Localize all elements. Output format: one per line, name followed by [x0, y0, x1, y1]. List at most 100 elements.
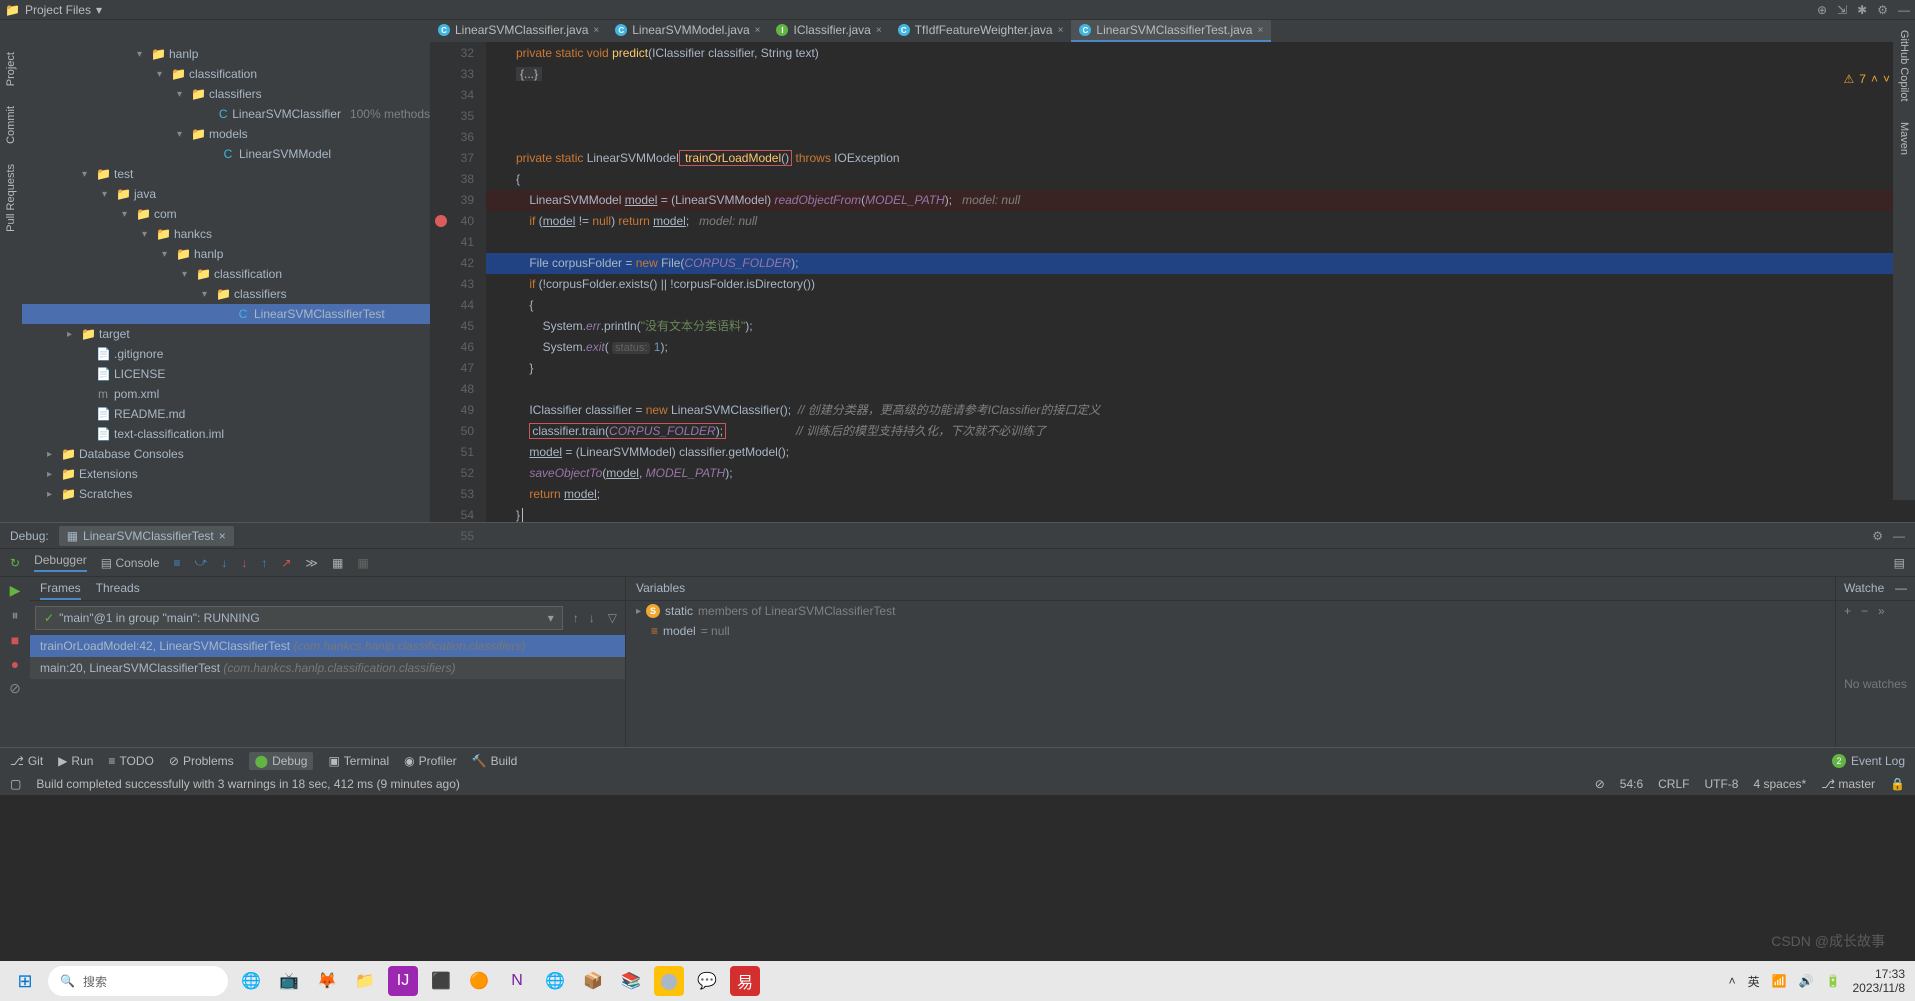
code-line[interactable]: System.exit( status: 1); — [486, 337, 1915, 358]
arrow-icon[interactable]: ▾ — [177, 129, 187, 140]
code-line[interactable]: { — [486, 295, 1915, 316]
close-icon[interactable]: × — [1257, 25, 1263, 36]
more-icon[interactable]: ▦ — [357, 556, 368, 570]
tree-item[interactable]: ▾📁hankcs — [22, 224, 430, 244]
event-log-tool[interactable]: 2 Event Log — [1832, 754, 1905, 768]
line-number[interactable]: 51 — [430, 442, 474, 463]
close-icon[interactable]: × — [755, 25, 761, 36]
code-line[interactable]: } — [486, 358, 1915, 379]
arrow-icon[interactable]: ▸ — [47, 489, 57, 500]
chevron-up-icon[interactable]: ˄ — [1871, 72, 1878, 86]
arrow-icon[interactable]: ▾ — [82, 169, 92, 180]
more-icon[interactable]: » — [1878, 604, 1885, 618]
line-number[interactable]: 35 — [430, 106, 474, 127]
clock[interactable]: 17:33 2023/11/8 — [1853, 967, 1906, 996]
app-icon[interactable]: ⬛ — [426, 966, 456, 996]
code-line[interactable]: File corpusFolder = new File(CORPUS_FOLD… — [486, 253, 1915, 274]
pullrequests-tool[interactable]: Pull Requests — [5, 164, 17, 232]
run-to-cursor-icon[interactable]: ↗ — [281, 556, 291, 570]
tree-item[interactable]: ▸📁target — [22, 324, 430, 344]
step-into-icon[interactable]: ↓ — [221, 556, 227, 570]
tree-item[interactable]: ▸📁Database Consoles — [22, 444, 430, 464]
tree-item[interactable]: ▸📁Extensions — [22, 464, 430, 484]
debug-config-tab[interactable]: ▦ LinearSVMClassifierTest × — [59, 526, 234, 546]
variable-row[interactable]: ▸ S static members of LinearSVMClassifie… — [626, 601, 1835, 621]
app-icon[interactable]: 📚 — [616, 966, 646, 996]
tree-item[interactable]: ▾📁classifiers — [22, 284, 430, 304]
trace-icon[interactable]: ▦ — [332, 556, 343, 570]
close-icon[interactable]: × — [1058, 25, 1064, 36]
app-icon[interactable]: 🟠 — [464, 966, 494, 996]
add-watch-icon[interactable]: + — [1844, 604, 1851, 618]
line-number[interactable]: 32 — [430, 43, 474, 64]
git-tool[interactable]: ⎇Git — [10, 754, 43, 768]
lock-icon[interactable]: 🔒 — [1890, 777, 1905, 791]
tree-item[interactable]: ▸📁Scratches — [22, 484, 430, 504]
tree-item[interactable]: 📄LICENSE — [22, 364, 430, 384]
code-line[interactable]: private static void predict(IClassifier … — [486, 43, 1915, 64]
arrow-icon[interactable]: ▾ — [142, 229, 152, 240]
tree-item[interactable]: CLinearSVMClassifier100% methods — [22, 104, 430, 124]
code-editor[interactable]: 3233343536373839404142434445464748495051… — [430, 42, 1915, 522]
code-line[interactable]: if (model != null) return model; model: … — [486, 211, 1915, 232]
close-icon[interactable]: × — [876, 25, 882, 36]
filter-icon[interactable]: ▽ — [600, 611, 625, 625]
frames-tab[interactable]: Frames — [40, 577, 81, 600]
line-number[interactable]: 36 — [430, 127, 474, 148]
copilot-tool[interactable]: GitHub Copilot — [1898, 30, 1910, 102]
volume-icon[interactable]: 🔊 — [1799, 974, 1814, 988]
tree-item[interactable]: ▾📁classification — [22, 64, 430, 84]
line-number[interactable]: 38 — [430, 169, 474, 190]
tree-item[interactable]: 📄README.md — [22, 404, 430, 424]
tab-linearsvmclassifiertest[interactable]: CLinearSVMClassifierTest.java× — [1071, 20, 1271, 42]
code-line[interactable]: System.err.println("没有文本分类语料"); — [486, 316, 1915, 337]
profiler-tool[interactable]: ◉Profiler — [404, 754, 457, 768]
code-line[interactable] — [486, 85, 1915, 106]
line-number[interactable]: 46 — [430, 337, 474, 358]
code-line[interactable]: private static LinearSVMModel trainOrLoa… — [486, 148, 1915, 169]
terminal-tool[interactable]: ▣Terminal — [328, 754, 389, 768]
app-icon[interactable]: N — [502, 966, 532, 996]
code-line[interactable] — [486, 127, 1915, 148]
evaluate-icon[interactable]: ≫ — [305, 556, 318, 570]
tab-iclassifier[interactable]: IIClassifier.java× — [768, 20, 889, 42]
minimize-icon[interactable]: — — [1895, 581, 1907, 596]
arrow-icon[interactable]: ▾ — [162, 249, 172, 260]
app-icon[interactable]: 📦 — [578, 966, 608, 996]
console-tab[interactable]: ▤ Console — [101, 556, 160, 570]
arrow-icon[interactable]: ▸ — [47, 469, 57, 480]
expand-icon[interactable]: ⇲ — [1837, 3, 1847, 17]
thread-selector[interactable]: ✓ "main"@1 in group "main": RUNNING ▾ — [35, 606, 563, 630]
project-tree[interactable]: ▾📁hanlp▾📁classification▾📁classifiersCLin… — [22, 42, 430, 522]
step-out-icon[interactable]: ↑ — [261, 556, 267, 570]
line-number[interactable]: 50 — [430, 421, 474, 442]
inspector-icon[interactable]: ⊘ — [1595, 777, 1605, 791]
battery-icon[interactable]: 🔋 — [1826, 974, 1841, 988]
line-number[interactable]: 45 — [430, 316, 474, 337]
code-line[interactable] — [486, 106, 1915, 127]
variable-row[interactable]: ≡ model = null — [626, 621, 1835, 641]
app-icon[interactable]: ⬤ — [654, 966, 684, 996]
code-line[interactable]: { — [486, 169, 1915, 190]
mute-icon[interactable]: ⊘ — [9, 680, 21, 697]
tree-item[interactable]: ▾📁java — [22, 184, 430, 204]
app-icon[interactable]: 🦊 — [312, 966, 342, 996]
tab-tfidf[interactable]: CTfIdfFeatureWeighter.java× — [890, 20, 1072, 42]
force-step-into-icon[interactable]: ↓ — [241, 556, 247, 570]
arrow-icon[interactable]: ▸ — [67, 329, 77, 340]
tree-item[interactable]: ▾📁classification — [22, 264, 430, 284]
tree-item[interactable]: ▾📁hanlp — [22, 244, 430, 264]
start-button[interactable]: ⊞ — [10, 966, 40, 996]
chevron-down-icon[interactable]: ˅ — [1883, 72, 1890, 86]
arrow-icon[interactable]: ▾ — [102, 189, 112, 200]
debug-tool[interactable]: ⬤Debug — [249, 752, 314, 770]
line-number[interactable]: 49 — [430, 400, 474, 421]
line-number[interactable]: 48 — [430, 379, 474, 400]
threads-icon[interactable]: ≡ — [174, 556, 181, 570]
app-icon[interactable]: 📁 — [350, 966, 380, 996]
code-line[interactable]: LinearSVMModel model = (LinearSVMModel) … — [486, 190, 1915, 211]
stack-frame[interactable]: trainOrLoadModel:42, LinearSVMClassifier… — [30, 635, 625, 657]
stack-frame[interactable]: main:20, LinearSVMClassifierTest (com.ha… — [30, 657, 625, 679]
arrow-icon[interactable]: ▾ — [137, 49, 147, 60]
layout-icon[interactable]: ▤ — [1894, 556, 1905, 570]
